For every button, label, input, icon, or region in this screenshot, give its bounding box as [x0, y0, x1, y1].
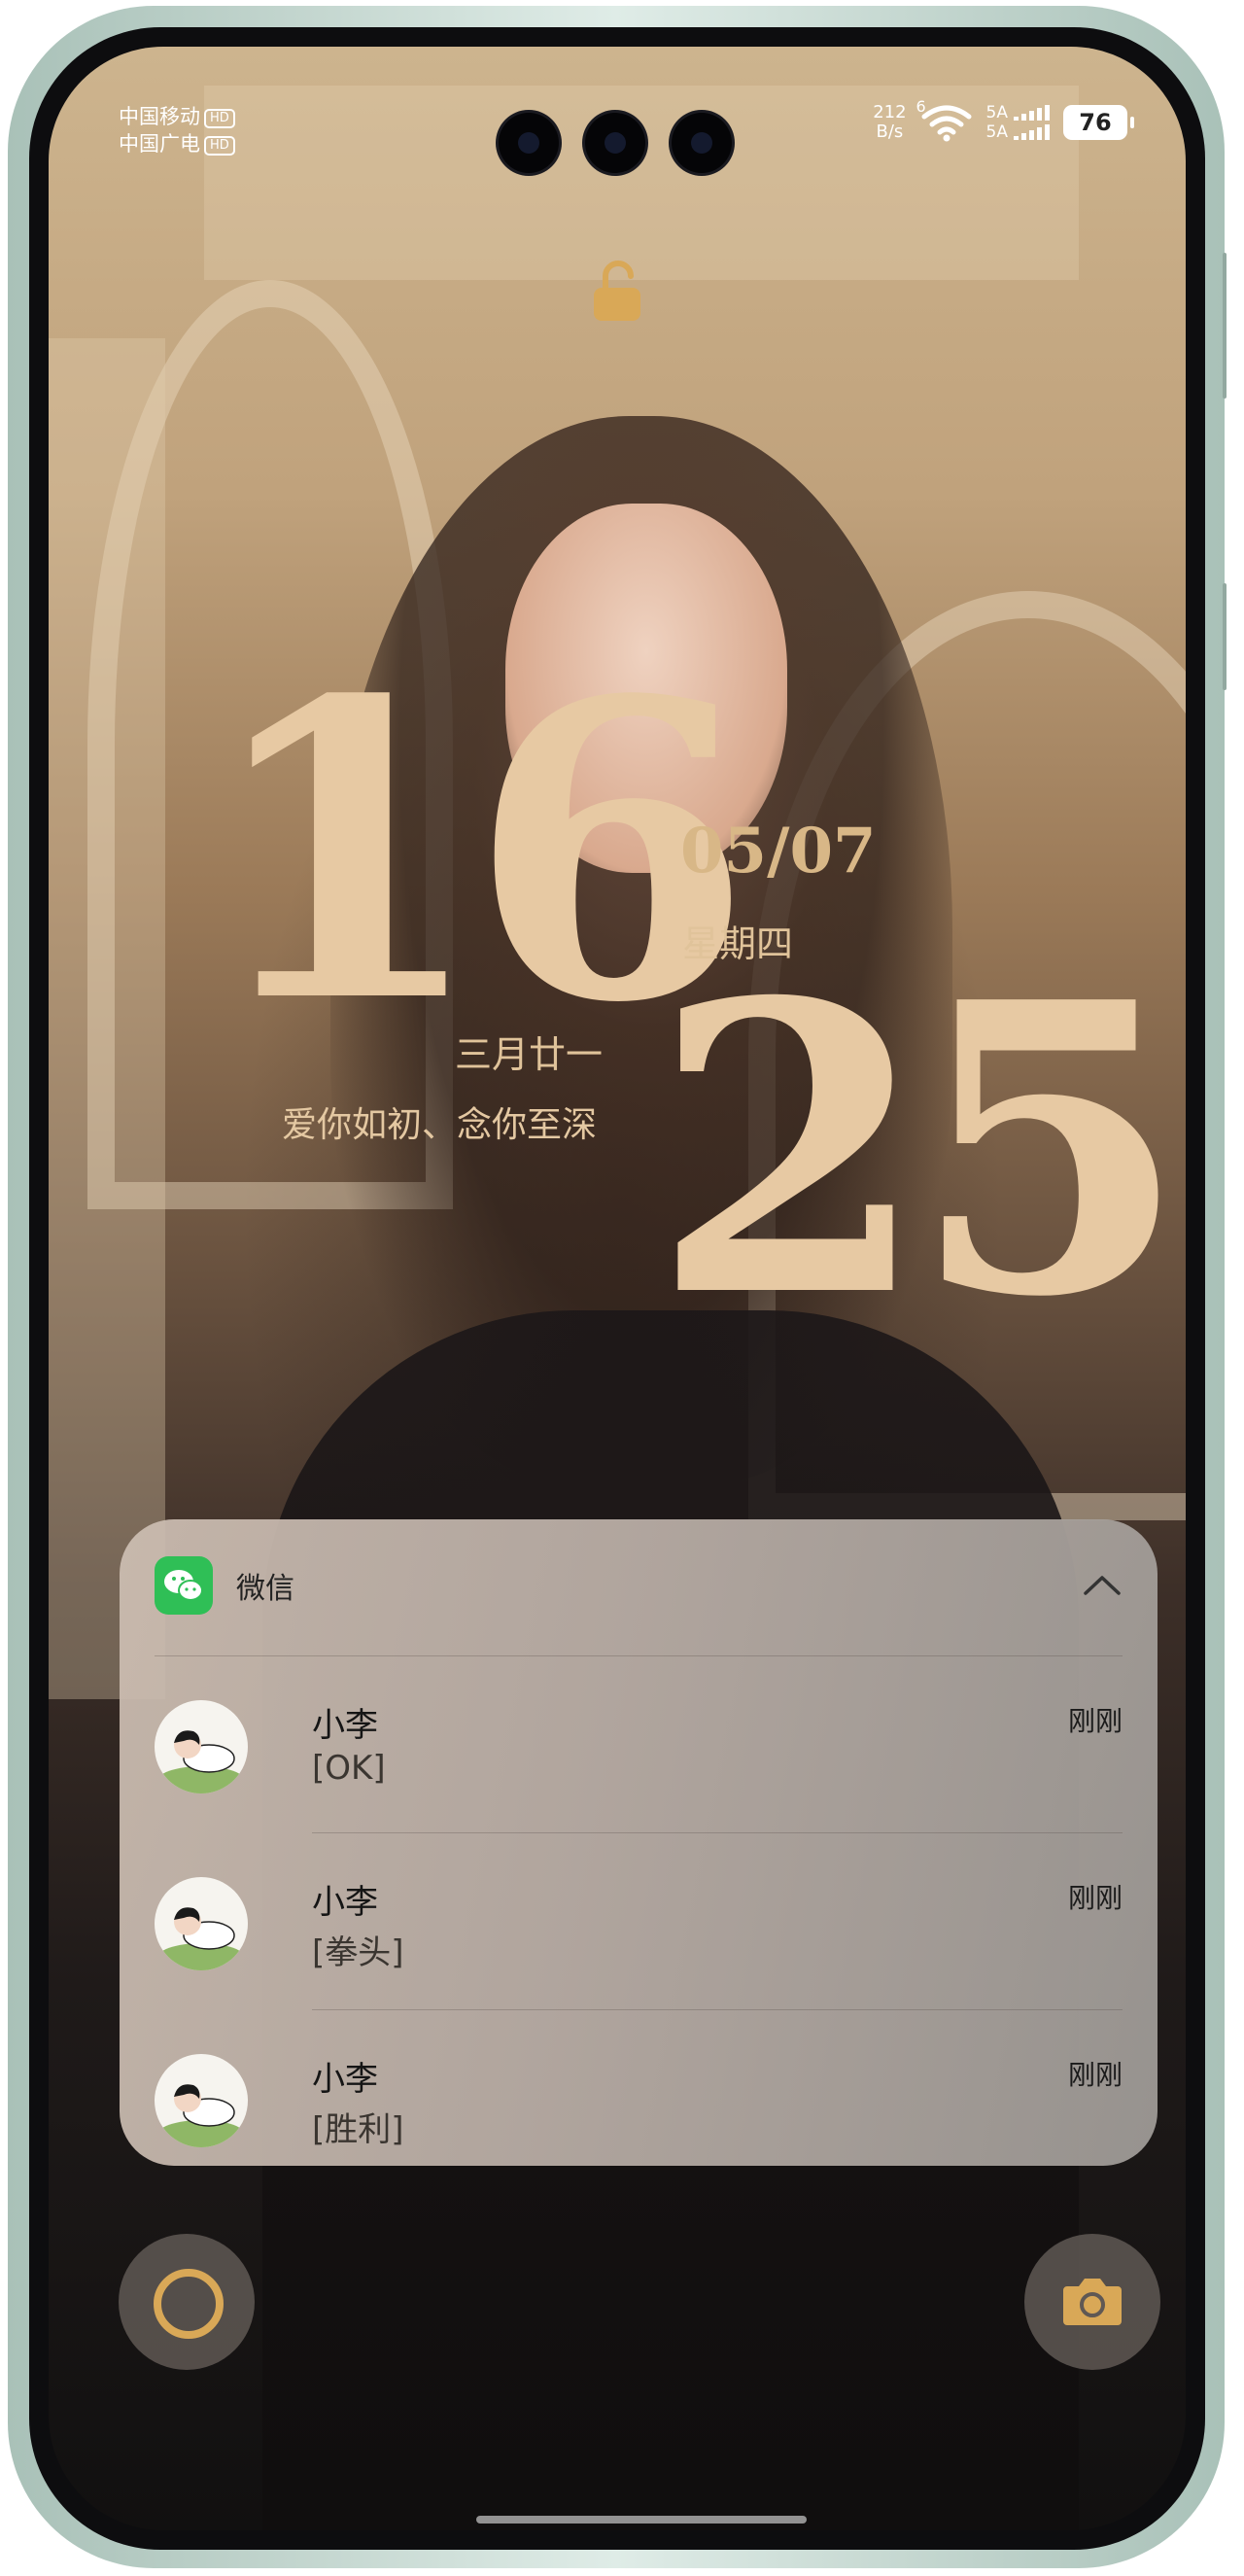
message-text: [OK] — [312, 1749, 386, 1788]
message-text: [拳头] — [312, 1933, 404, 1972]
signal-icon: 5A 5A — [986, 103, 1050, 142]
avatar — [155, 2054, 248, 2147]
net-speed: 212 B/s — [873, 103, 906, 142]
notification-message[interactable]: 小李 [胜利] 刚刚 — [155, 2029, 1123, 2175]
front-camera-icon — [499, 113, 559, 173]
phone-bezel: 中国移动 HD 中国广电 HD 212 B/s 6 5A 5A 76 16 05… — [29, 27, 1205, 2550]
notification-card[interactable]: 微信 小李 [OK] 刚刚 小李 [拳头] 刚刚 小李 [胜利] 刚刚 — [120, 1519, 1158, 2166]
chevron-up-icon[interactable] — [1082, 1565, 1123, 1606]
divider — [155, 1655, 1123, 1656]
front-camera-icon — [672, 113, 732, 173]
avatar — [155, 1700, 248, 1793]
avatar — [155, 1877, 248, 1970]
hd-badge: HD — [204, 109, 235, 128]
message-text: [胜利] — [312, 2110, 404, 2149]
net-speed-value: 212 — [873, 102, 907, 122]
wechat-icon — [155, 1556, 213, 1615]
wallpaper-pillar — [49, 338, 165, 1699]
notification-app-name: 微信 — [236, 1572, 294, 1606]
notification-message[interactable]: 小李 [拳头] 刚刚 — [155, 1852, 1123, 1998]
message-time: 刚刚 — [1067, 2059, 1123, 2091]
sim1-label: 5A — [985, 103, 1008, 122]
front-camera-icon — [585, 113, 645, 173]
notification-header[interactable]: 微信 — [155, 1556, 1123, 1615]
sender-name: 小李 — [312, 1883, 378, 1922]
wifi-icon: 6 — [916, 97, 973, 142]
carrier-2: 中国广电 — [119, 132, 200, 156]
battery-icon: 76 — [1063, 105, 1134, 140]
camera-button[interactable] — [1024, 2234, 1160, 2370]
carrier-1: 中国移动 — [119, 105, 200, 128]
status-icons: 212 B/s 6 5A 5A 76 — [873, 97, 1134, 142]
divider — [312, 2009, 1123, 2010]
message-time: 刚刚 — [1067, 1705, 1123, 1737]
power-button — [1223, 583, 1227, 690]
clock-minute: 25 — [651, 916, 1186, 1384]
notification-message[interactable]: 小李 [OK] 刚刚 — [155, 1675, 1123, 1821]
net-speed-unit: B/s — [876, 122, 904, 142]
lock-screen-motto: 爱你如初、念你至深 — [282, 1105, 598, 1145]
sender-name: 小李 — [312, 1706, 378, 1745]
sender-name: 小李 — [312, 2060, 378, 2099]
date: 05/07 — [680, 815, 877, 888]
camera-icon — [1063, 2279, 1122, 2325]
phone-frame: 中国移动 HD 中国广电 HD 212 B/s 6 5A 5A 76 16 05… — [8, 6, 1225, 2568]
message-time: 刚刚 — [1067, 1882, 1123, 1914]
hd-badge: HD — [204, 136, 235, 156]
sim2-label: 5A — [985, 122, 1008, 142]
lock-screen: 中国移动 HD 中国广电 HD 212 B/s 6 5A 5A 76 16 05… — [49, 47, 1186, 2530]
divider — [312, 1832, 1123, 1833]
unlock-icon — [590, 259, 644, 327]
lunar-date: 三月廿一 — [455, 1033, 604, 1076]
wifi-label: 6 — [916, 97, 926, 116]
ring-shortcut-icon — [154, 2269, 224, 2339]
carrier-info: 中国移动 HD 中国广电 HD — [119, 103, 235, 157]
home-indicator[interactable] — [476, 2516, 807, 2524]
ring-shortcut-button[interactable] — [119, 2234, 255, 2370]
volume-button — [1223, 253, 1227, 399]
